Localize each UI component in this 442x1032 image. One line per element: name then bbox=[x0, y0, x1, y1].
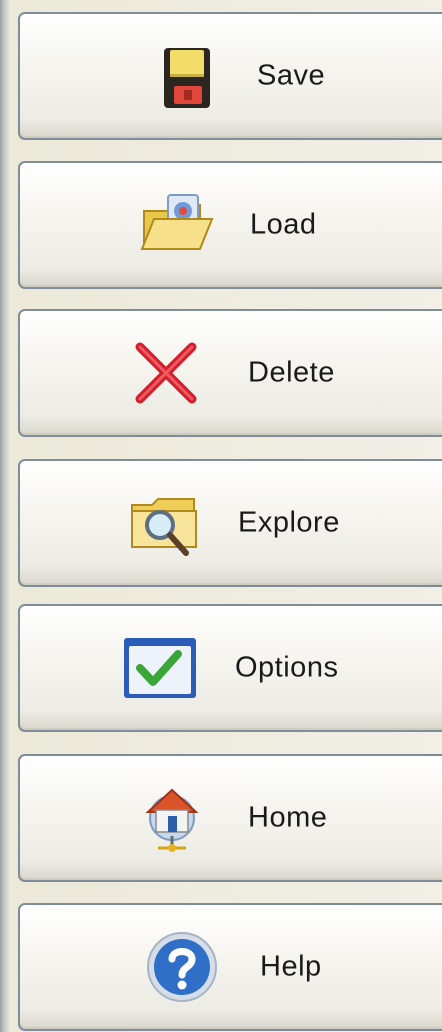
save-label: Save bbox=[257, 59, 326, 92]
help-button[interactable]: Help bbox=[18, 903, 442, 1031]
home-label: Home bbox=[248, 801, 328, 834]
save-button[interactable]: Save bbox=[18, 12, 442, 140]
home-network-icon bbox=[134, 778, 214, 858]
home-button[interactable]: Home bbox=[18, 754, 442, 882]
help-label: Help bbox=[260, 950, 322, 983]
load-button[interactable]: Load bbox=[18, 161, 442, 289]
question-mark-icon bbox=[142, 927, 222, 1007]
load-label: Load bbox=[250, 208, 317, 241]
delete-label: Delete bbox=[248, 356, 335, 389]
open-folder-icon bbox=[138, 185, 218, 265]
options-button[interactable]: Options bbox=[18, 604, 442, 732]
vertical-toolbar: Save Load Delete Explore Options Home He… bbox=[0, 0, 442, 1032]
options-label: Options bbox=[235, 651, 339, 684]
explore-label: Explore bbox=[238, 506, 340, 539]
folder-magnifier-icon bbox=[124, 483, 204, 563]
delete-button[interactable]: Delete bbox=[18, 309, 442, 437]
floppy-disk-icon bbox=[148, 36, 228, 116]
explore-button[interactable]: Explore bbox=[18, 459, 442, 587]
red-x-icon bbox=[126, 333, 206, 413]
checkbox-checked-icon bbox=[120, 628, 200, 708]
